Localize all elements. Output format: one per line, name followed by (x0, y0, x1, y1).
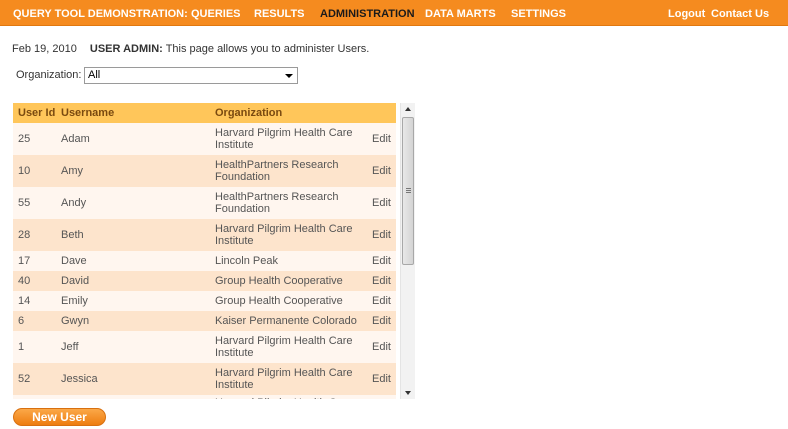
username-cell: Gwyn (61, 315, 90, 327)
username-cell: Andy (61, 197, 87, 209)
user-id-cell: 52 (18, 373, 31, 385)
contact-us-link[interactable]: Contact Us (711, 0, 769, 26)
organization-cell: Group Health Cooperative (215, 295, 343, 307)
arrow-up-icon (405, 107, 411, 111)
user-id-cell: 10 (18, 165, 31, 177)
organization-cell: HealthPartners Research Foundation (215, 159, 339, 183)
edit-link[interactable]: Edit (372, 229, 391, 241)
nav-results[interactable]: RESULTS (254, 0, 305, 26)
chevron-down-icon (285, 74, 293, 78)
user-id-cell: 17 (18, 255, 31, 267)
edit-link[interactable]: Edit (372, 341, 391, 353)
username-cell: Adam (61, 133, 90, 145)
scroll-up-button[interactable] (401, 103, 415, 115)
edit-link[interactable]: Edit (372, 295, 391, 307)
username-cell: Jessica (61, 373, 98, 385)
organization-cell: Harvard Pilgrim Health Care Institute (215, 335, 353, 359)
username-cell: David (61, 275, 90, 287)
edit-link[interactable]: Edit (372, 275, 391, 287)
user-id-cell: 25 (18, 133, 31, 145)
organization-cell: Group Health Cooperative (215, 275, 343, 287)
top-nav-bar: QUERY TOOL DEMONSTRATION: QUERIES RESULT… (0, 0, 788, 26)
scrollbar-thumb[interactable] (402, 117, 414, 265)
organization-cell: HealthPartners Research Foundation (215, 191, 339, 215)
edit-link[interactable]: Edit (372, 373, 391, 385)
arrow-down-icon (405, 391, 411, 395)
user-id-cell: 28 (18, 229, 31, 241)
table-row[interactable]: 10 Amy HealthPartners Research Foundation E… (13, 155, 396, 187)
scroll-down-button[interactable] (401, 387, 415, 399)
edit-link[interactable]: Edit (372, 133, 391, 145)
edit-link[interactable]: Edit (372, 315, 391, 327)
grip-icon (406, 188, 411, 189)
user-id-cell: 14 (18, 295, 31, 307)
edit-link[interactable]: Edit (372, 197, 391, 209)
section-description: This page allows you to administer Users… (165, 43, 370, 55)
table-header: User Id Username Organization (13, 103, 396, 123)
nav-brand[interactable]: QUERY TOOL DEMONSTRATION: (13, 0, 188, 26)
table-row[interactable]: 17 Dave Lincoln Peak Edit (13, 251, 396, 271)
table-scrollbar[interactable] (400, 103, 415, 399)
table-row[interactable]: 6 Gwyn Kaiser Permanente Colorado Edit (13, 311, 396, 331)
organization-select[interactable]: All (84, 67, 298, 84)
organization-cell: Harvard Pilgrim Health Care Institute (215, 367, 353, 391)
table-row[interactable]: 52 Jessica Harvard Pilgrim Health Care Ins… (13, 363, 396, 395)
user-id-cell: 6 (18, 315, 25, 327)
organization-cell: Harvard Pilgrim Health Care (215, 397, 367, 399)
user-id-cell: 1 (18, 341, 25, 353)
page-info: Feb 19, 2010 USER ADMIN: This page allow… (12, 43, 369, 55)
organization-cell: Kaiser Permanente Colorado (215, 315, 357, 327)
table-row[interactable]: Harvard Pilgrim Health Care (13, 395, 396, 399)
nav-queries[interactable]: QUERIES (191, 0, 241, 26)
header-username[interactable]: Username (61, 103, 114, 123)
logout-link[interactable]: Logout (668, 0, 705, 26)
organization-cell: Harvard Pilgrim Health Care Institute (215, 223, 353, 247)
username-cell: Beth (61, 229, 84, 241)
organization-label: Organization: (16, 69, 82, 81)
table-row[interactable]: 55 Andy HealthPartners Research Foundation… (13, 187, 396, 219)
edit-link[interactable]: Edit (372, 255, 391, 267)
table-row[interactable]: 14 Emily Group Health Cooperative Edit (13, 291, 396, 311)
organization-cell: Lincoln Peak (215, 255, 278, 267)
username-cell: Emily (61, 295, 88, 307)
organization-cell: Harvard Pilgrim Health Care Institute (215, 127, 353, 151)
users-table: User Id Username Organization 25 Adam Harv… (13, 103, 396, 399)
table-row[interactable]: 1 Jeff Harvard Pilgrim Health Care Institu… (13, 331, 396, 363)
nav-administration[interactable]: ADMINISTRATION (320, 0, 415, 26)
table-row[interactable]: 28 Beth Harvard Pilgrim Health Care Instit… (13, 219, 396, 251)
table-row[interactable]: 40 David Group Health Cooperative Edit (13, 271, 396, 291)
section-title: USER ADMIN: (89, 43, 163, 55)
username-cell: Amy (61, 165, 83, 177)
username-cell: Jeff (61, 341, 79, 353)
header-organization[interactable]: Organization (215, 103, 282, 123)
username-cell: Dave (61, 255, 87, 267)
current-date: Feb 19, 2010 (12, 43, 77, 55)
table-row[interactable]: 25 Adam Harvard Pilgrim Health Care Instit… (13, 123, 396, 155)
organization-select-value: All (88, 69, 101, 81)
header-user-id[interactable]: User Id (18, 103, 55, 123)
nav-data-marts[interactable]: DATA MARTS (425, 0, 496, 26)
user-id-cell: 40 (18, 275, 31, 287)
new-user-button[interactable]: New User (13, 408, 106, 426)
edit-link[interactable]: Edit (372, 165, 391, 177)
nav-settings[interactable]: SETTINGS (511, 0, 566, 26)
user-id-cell: 55 (18, 197, 31, 209)
